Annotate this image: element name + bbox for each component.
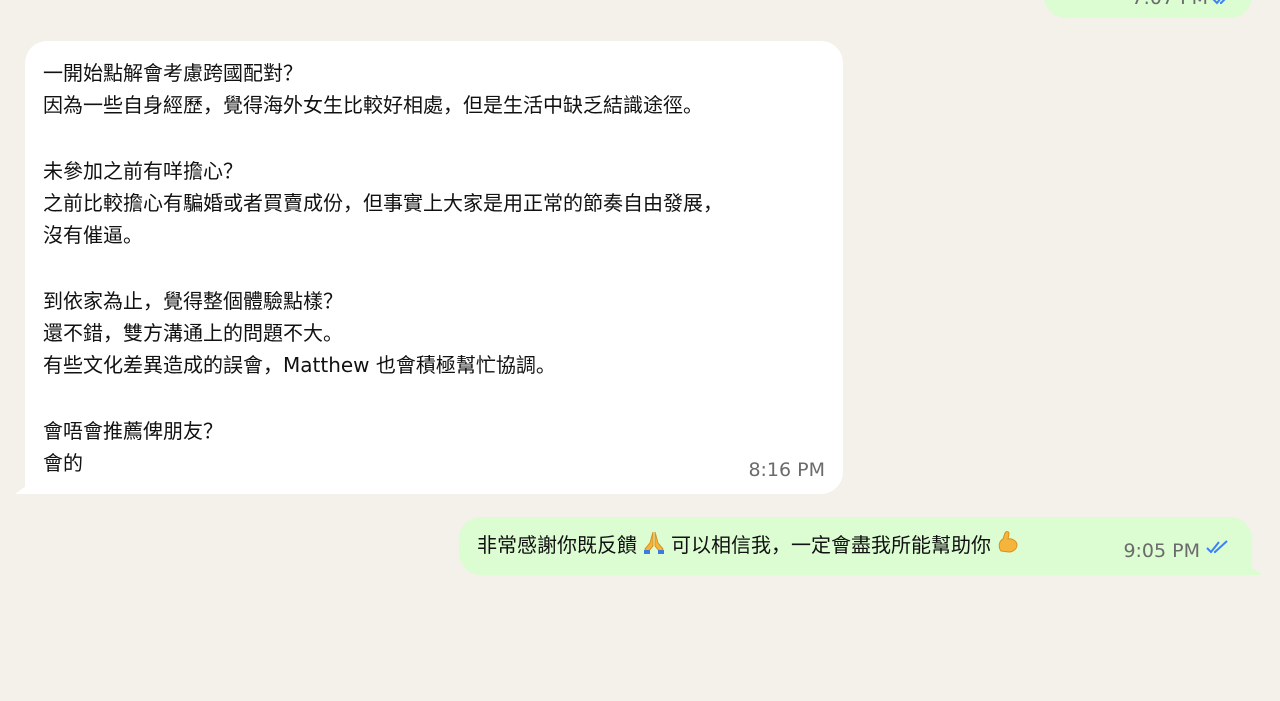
message-line-gap <box>43 251 825 285</box>
message-line-gap <box>43 381 825 415</box>
message-line: 到依家為止，覺得整個體驗點樣？ <box>43 289 343 313</box>
message-line: 會唔會推薦俾朋友？ <box>43 419 223 443</box>
message-line: 一開始點解會考慮跨國配對？ <box>43 61 303 85</box>
message-line: 未參加之前有咩擔心？ <box>43 159 243 183</box>
message-line: 之前比較擔心有騙婚或者買賣成份，但事實上大家是用正常的節奏自由發展， <box>43 191 723 215</box>
read-receipt-icon <box>1212 0 1234 14</box>
folded-hands-icon <box>641 529 667 564</box>
message-line: 還不錯，雙方溝通上的問題不大。 <box>43 321 343 345</box>
message-timestamp: 7:07 PM <box>1131 0 1208 14</box>
previous-outgoing-message[interactable]: 7:07 PM <box>1044 0 1252 18</box>
message-timestamp: 9:05 PM <box>1123 540 1200 562</box>
message-text: 非常感謝你既反饋 可以相信我，一定會盡我所能幫助你 <box>477 529 1025 564</box>
message-text-part: 非常感謝你既反饋 <box>477 533 637 557</box>
message-line: 有些文化差異造成的誤會，Matthew 也會積極幫忙協調。 <box>43 353 556 377</box>
chat-thread: 7:07 PM 一開始點解會考慮跨國配對？ 因為一些自身經歷，覺得海外女生比較好… <box>0 0 1280 701</box>
message-text-part: 可以相信我，一定會盡我所能幫助你 <box>671 533 991 557</box>
incoming-message-bubble[interactable]: 一開始點解會考慮跨國配對？ 因為一些自身經歷，覺得海外女生比較好相處，但是生活中… <box>25 41 843 494</box>
message-line: 會的 <box>43 451 83 475</box>
message-timestamp: 8:16 PM <box>748 459 825 481</box>
message-line-gap <box>43 121 825 155</box>
outgoing-message-bubble[interactable]: 非常感謝你既反饋 可以相信我，一定會盡我所能幫助你 9:05 PM <box>459 517 1252 575</box>
flexed-biceps-icon <box>995 529 1021 564</box>
message-line: 因為一些自身經歷，覺得海外女生比較好相處，但是生活中缺乏結識途徑。 <box>43 93 703 117</box>
read-receipt-icon <box>1206 531 1230 563</box>
message-line: 沒有催逼。 <box>43 223 143 247</box>
